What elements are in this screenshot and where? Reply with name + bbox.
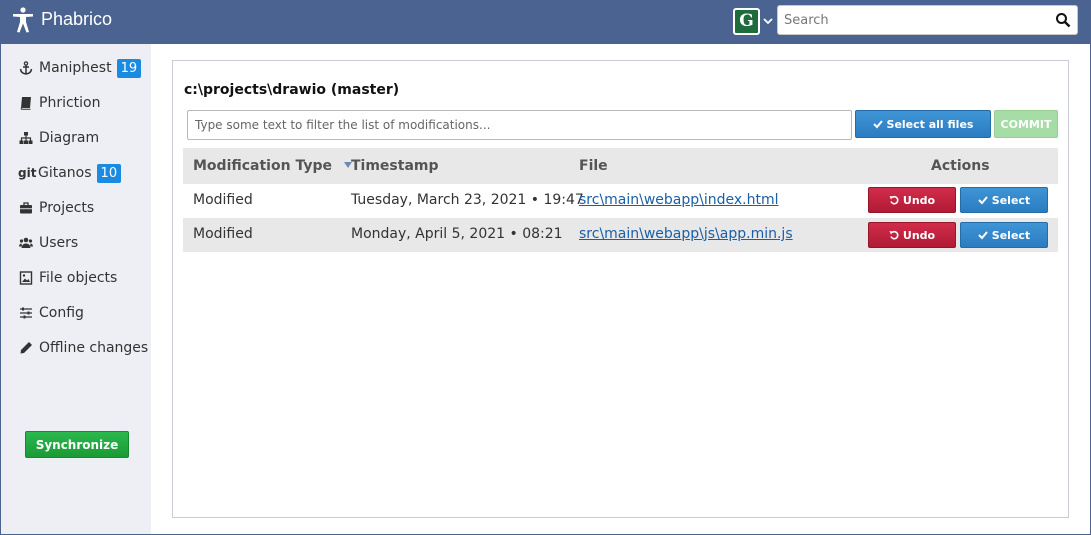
briefcase-icon	[18, 200, 34, 216]
book-icon	[18, 95, 34, 111]
undo-icon	[889, 195, 899, 205]
undo-button[interactable]: Undo	[868, 187, 956, 213]
sidebar: Maniphest 19 Phriction Diagram git Gitan…	[1, 44, 151, 534]
sidebar-item-label: Phriction	[39, 95, 101, 111]
sidebar-item-label: Projects	[39, 200, 95, 216]
column-header-file[interactable]: File	[579, 158, 608, 174]
sidebar-item-config[interactable]: Config	[18, 301, 84, 325]
search-box	[777, 5, 1078, 35]
sidebar-item-users[interactable]: Users	[18, 231, 78, 255]
file-link[interactable]: src\main\webapp\index.html	[579, 192, 779, 208]
button-label: Select	[991, 193, 1031, 207]
sidebar-item-label: Gitanos	[38, 165, 92, 181]
sidebar-item-file-objects[interactable]: File objects	[18, 266, 117, 290]
select-button[interactable]: Select	[960, 222, 1048, 248]
modification-type-cell: Modified	[193, 192, 253, 208]
top-bar: Phabrico G	[0, 0, 1091, 44]
column-header-modification-type[interactable]: Modification Type	[193, 158, 353, 174]
modifications-panel: c:\projects\drawio (master) Select all f…	[172, 60, 1069, 518]
count-badge: 19	[116, 58, 142, 78]
sidebar-item-diagram[interactable]: Diagram	[18, 126, 99, 150]
column-header-actions: Actions	[931, 158, 990, 174]
sidebar-item-label: Offline changes	[39, 340, 149, 356]
chevron-down-icon[interactable]	[762, 15, 774, 27]
sidebar-item-label: Maniphest	[39, 60, 112, 76]
app-title[interactable]: Phabrico	[41, 9, 112, 30]
sidebar-item-label: Diagram	[39, 130, 100, 146]
repository-title: c:\projects\drawio (master)	[184, 82, 400, 98]
button-label: Select all files	[886, 117, 974, 131]
select-button[interactable]: Select	[960, 187, 1048, 213]
sidebar-item-gitanos[interactable]: git Gitanos 10	[18, 161, 122, 185]
sidebar-item-offline-changes[interactable]: Offline changes	[18, 336, 148, 360]
sidebar-item-projects[interactable]: Projects	[18, 196, 94, 220]
sidebar-item-label: Config	[39, 305, 84, 321]
sidebar-item-phriction[interactable]: Phriction	[18, 91, 100, 115]
table-header: Modification Type Timestamp File Actions	[183, 148, 1058, 184]
column-header-timestamp[interactable]: Timestamp	[351, 158, 439, 174]
undo-icon	[889, 230, 899, 240]
users-icon	[18, 235, 34, 251]
filter-input[interactable]	[187, 110, 852, 140]
modification-type-cell: Modified	[193, 226, 253, 242]
button-label: Undo	[902, 228, 936, 242]
commit-button[interactable]: COMMIT	[994, 110, 1058, 138]
timestamp-cell: Tuesday, March 23, 2021 • 19:47	[351, 192, 584, 208]
sliders-icon	[18, 305, 34, 321]
file-link[interactable]: src\main\webapp\js\app.min.js	[579, 226, 793, 242]
button-label: Select	[991, 228, 1031, 242]
synchronize-button[interactable]: Synchronize	[25, 431, 129, 458]
sidebar-item-maniphest[interactable]: Maniphest 19	[18, 56, 142, 80]
count-badge: 10	[96, 163, 122, 183]
sidebar-item-label: File objects	[39, 270, 118, 286]
accessibility-person-icon[interactable]	[11, 7, 35, 33]
check-icon	[978, 231, 988, 240]
anchor-icon	[18, 60, 34, 76]
table-row: Modified Tuesday, March 23, 2021 • 19:47…	[183, 184, 1058, 218]
user-avatar[interactable]: G	[733, 8, 760, 35]
button-label: Undo	[902, 193, 936, 207]
search-input[interactable]	[778, 6, 1048, 34]
timestamp-cell: Monday, April 5, 2021 • 08:21	[351, 226, 563, 242]
check-icon	[872, 120, 883, 129]
select-all-files-button[interactable]: Select all files	[855, 110, 991, 138]
pencil-icon	[18, 340, 34, 356]
check-icon	[978, 196, 988, 205]
image-file-icon	[18, 270, 34, 286]
search-icon[interactable]	[1055, 12, 1071, 28]
undo-button[interactable]: Undo	[868, 222, 956, 248]
button-label: COMMIT	[1000, 117, 1052, 131]
sitemap-icon	[18, 130, 34, 146]
git-icon: git	[18, 166, 37, 180]
table-row: Modified Monday, April 5, 2021 • 08:21 s…	[183, 218, 1058, 252]
sidebar-item-label: Users	[39, 235, 79, 251]
